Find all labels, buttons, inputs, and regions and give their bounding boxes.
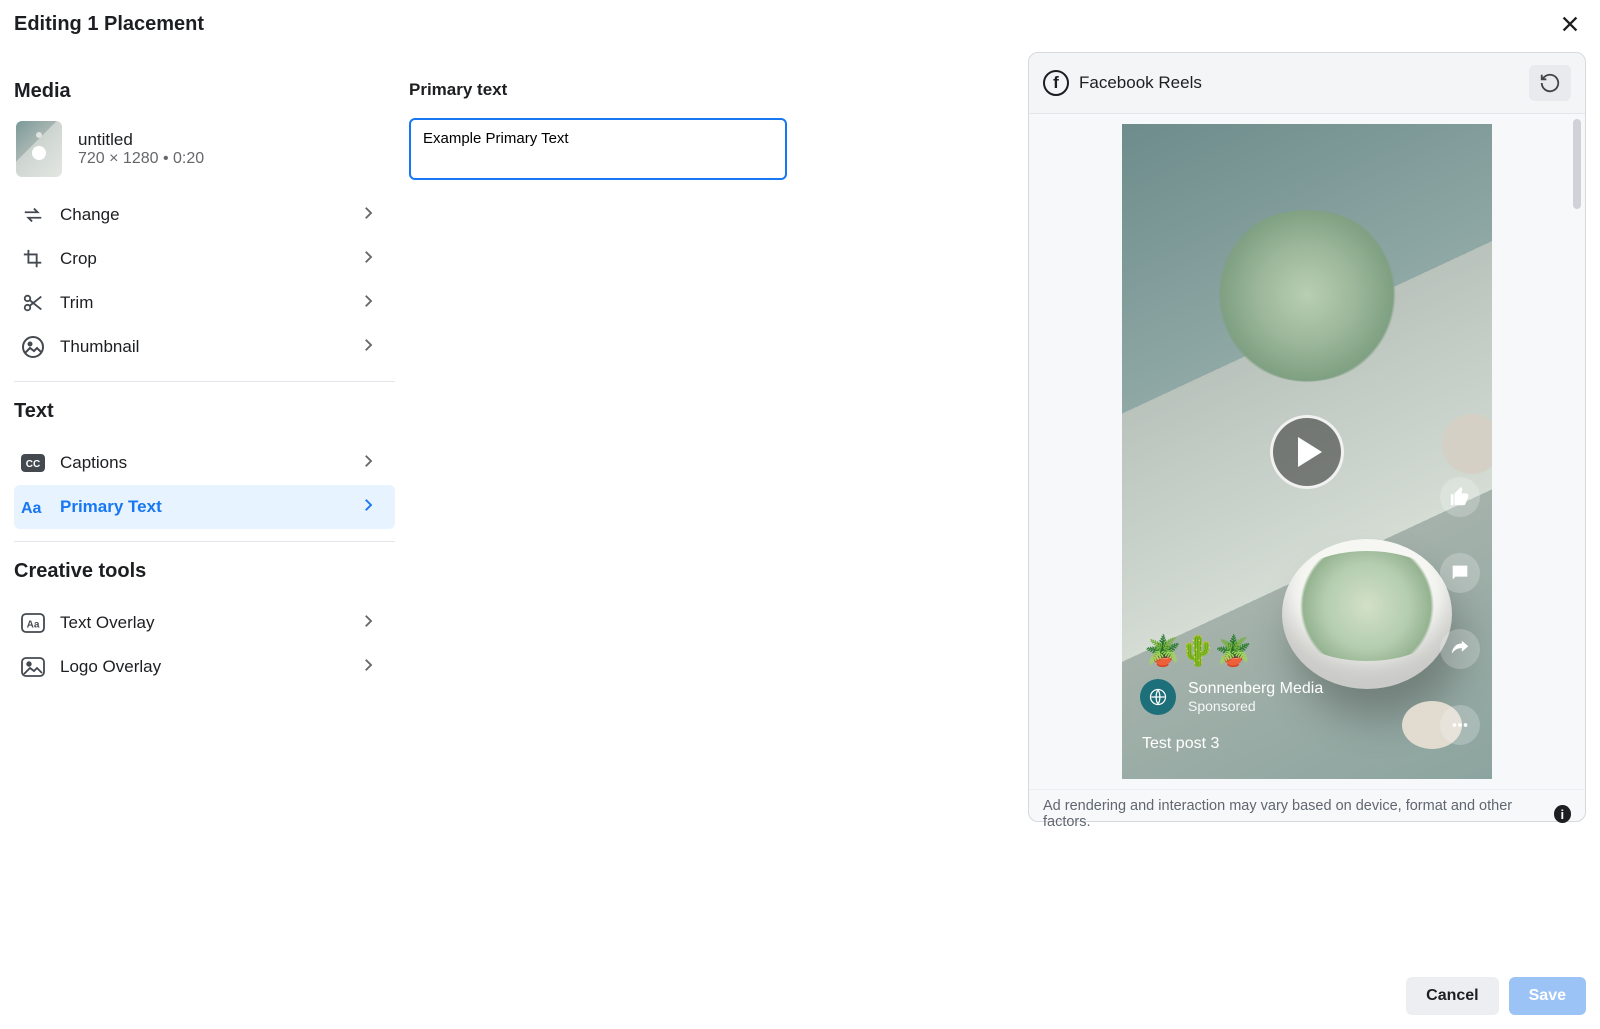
more-button[interactable]: [1440, 705, 1480, 745]
preview-art: [1282, 539, 1452, 689]
option-primary-text[interactable]: Aa Primary Text: [14, 485, 395, 529]
section-title-creative-tools: Creative tools: [14, 560, 395, 583]
chevron-right-icon: [359, 452, 377, 475]
image-icon: [20, 654, 46, 680]
section-title-media: Media: [14, 80, 395, 103]
option-trim[interactable]: Trim: [14, 281, 395, 325]
chevron-right-icon: [359, 496, 377, 519]
option-label: Text Overlay: [60, 613, 154, 633]
svg-text:CC: CC: [26, 459, 40, 470]
crop-icon: [20, 246, 46, 272]
scissors-icon: [20, 290, 46, 316]
reel-preview: 🪴🌵🪴 Sonnenberg Media Sponsored Test post…: [1122, 124, 1492, 779]
facebook-icon: f: [1043, 70, 1069, 96]
media-file-name: untitled: [78, 130, 204, 150]
primary-text-input[interactable]: [409, 118, 787, 180]
option-label: Primary Text: [60, 497, 162, 517]
scrollbar[interactable]: [1573, 119, 1581, 209]
chevron-right-icon: [359, 248, 377, 271]
preview-panel: f Facebook Reels 🪴🌵🪴 Sonnenberg Media Sp…: [1028, 52, 1586, 822]
chevron-right-icon: [359, 612, 377, 635]
preview-footer-note: Ad rendering and interaction may vary ba…: [1043, 798, 1546, 830]
option-label: Thumbnail: [60, 337, 139, 357]
save-button[interactable]: Save: [1509, 977, 1586, 1015]
page-title: Editing 1 Placement: [14, 13, 204, 36]
media-thumbnail: [16, 121, 62, 177]
like-button[interactable]: [1440, 477, 1480, 517]
play-button[interactable]: [1270, 415, 1344, 489]
share-button[interactable]: [1440, 629, 1480, 669]
refresh-button[interactable]: [1529, 65, 1571, 101]
cancel-button[interactable]: Cancel: [1406, 977, 1498, 1015]
thumbs-up-icon: [1449, 486, 1471, 508]
section-title-text: Text: [14, 400, 395, 423]
option-captions[interactable]: CC Captions: [14, 441, 395, 485]
primary-text-label: Primary text: [409, 80, 781, 100]
media-file-meta: 720 × 1280 • 0:20: [78, 150, 204, 168]
option-text-overlay[interactable]: Aa Text Overlay: [14, 601, 395, 645]
option-label: Captions: [60, 453, 127, 473]
close-button[interactable]: [1554, 8, 1586, 40]
option-label: Logo Overlay: [60, 657, 161, 677]
option-label: Crop: [60, 249, 97, 269]
option-logo-overlay[interactable]: Logo Overlay: [14, 645, 395, 689]
preview-art: [1442, 414, 1492, 474]
comment-icon: [1449, 562, 1471, 584]
chevron-right-icon: [359, 336, 377, 359]
svg-text:Aa: Aa: [21, 500, 42, 517]
divider: [14, 541, 395, 542]
option-label: Change: [60, 205, 120, 225]
refresh-icon: [1539, 72, 1561, 94]
close-icon: [1559, 13, 1581, 35]
chevron-right-icon: [359, 292, 377, 315]
svg-text:Aa: Aa: [27, 620, 40, 631]
preview-title: Facebook Reels: [1079, 73, 1202, 93]
chevron-right-icon: [359, 204, 377, 227]
share-icon: [1449, 638, 1471, 660]
cc-icon: CC: [20, 450, 46, 476]
author-avatar: [1140, 679, 1176, 715]
sponsored-label: Sponsored: [1188, 698, 1323, 714]
aa-icon: Aa: [20, 494, 46, 520]
preview-art: [1242, 244, 1372, 364]
swap-icon: [20, 202, 46, 228]
author-name: Sonnenberg Media: [1188, 680, 1323, 698]
option-label: Trim: [60, 293, 93, 313]
dots-icon: [1449, 714, 1471, 736]
option-crop[interactable]: Crop: [14, 237, 395, 281]
image-circle-icon: [20, 334, 46, 360]
media-file-summary: untitled 720 × 1280 • 0:20: [14, 121, 395, 177]
option-change[interactable]: Change: [14, 193, 395, 237]
info-icon[interactable]: i: [1554, 805, 1571, 823]
option-thumbnail[interactable]: Thumbnail: [14, 325, 395, 369]
text-overlay-icon: Aa: [20, 610, 46, 636]
comment-button[interactable]: [1440, 553, 1480, 593]
reel-caption: Test post 3: [1142, 735, 1219, 753]
divider: [14, 381, 395, 382]
preview-stickers: 🪴🌵🪴: [1144, 634, 1250, 669]
chevron-right-icon: [359, 656, 377, 679]
